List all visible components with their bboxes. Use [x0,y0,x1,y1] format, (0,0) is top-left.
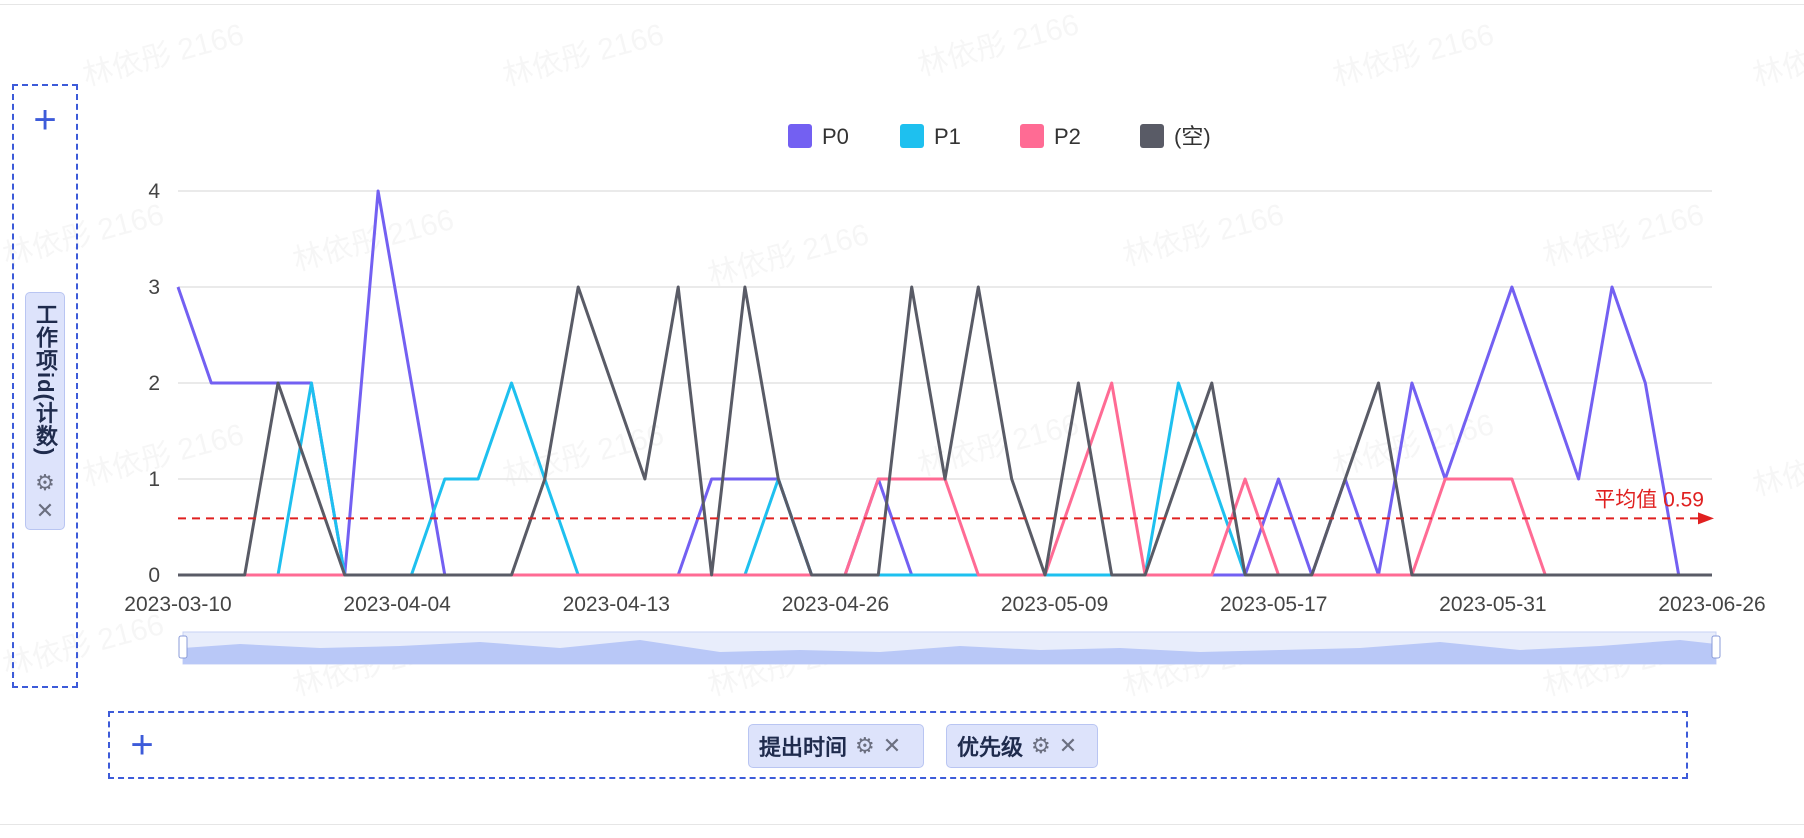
x-tick-label: 2023-04-04 [343,593,451,616]
legend-label: (空) [1174,124,1211,149]
zoom-handle-right [1711,635,1721,659]
legend: P0 P1 P2 (空) [788,124,1211,149]
y-field-pill[interactable]: 工作项id(计数) ⚙ ✕ [25,292,65,530]
x-tick-label: 2023-06-26 [1658,593,1765,616]
legend-swatch [900,124,924,148]
y-field-label: 工作项id(计数) [33,303,58,457]
legend-label: P2 [1054,124,1081,149]
x-field-label-priority: 优先级 [957,735,1024,760]
x-tick-label: 2023-05-31 [1439,593,1546,616]
x-tick-label: 2023-05-17 [1220,593,1327,616]
average-markline: 平均值 0.59 [178,488,1714,525]
x-axis-drop-zone[interactable]: + 提出时间 ⚙ ✕ 优先级 ⚙ ✕ [108,711,1688,779]
average-label: 平均值 0.59 [1594,488,1704,511]
x-tick-label: 2023-03-10 [124,593,231,616]
x-field-pill-time[interactable]: 提出时间 ⚙ ✕ [748,724,924,768]
series-line-(空) [178,285,1712,577]
legend-label: P1 [934,124,961,149]
grid-lines [178,190,1712,480]
legend-swatch [1020,124,1044,148]
gear-icon[interactable]: ⚙ [855,734,875,758]
x-tick-label: 2023-04-26 [782,593,889,616]
y-tick-label: 3 [148,276,160,299]
y-tick-label: 2 [148,372,160,395]
add-x-field-plus-icon[interactable]: + [126,725,158,765]
zoom-handle-left [178,635,188,659]
average-arrow-icon [1698,512,1714,525]
y-tick-label: 4 [148,180,160,203]
gear-icon[interactable]: ⚙ [1031,734,1051,758]
x-tick-label: 2023-05-09 [1001,593,1108,616]
legend-swatch [1140,124,1164,148]
close-icon[interactable]: ✕ [883,734,901,758]
gear-icon[interactable]: ⚙ [35,471,55,495]
close-icon[interactable]: ✕ [1059,734,1077,758]
x-field-pill-priority[interactable]: 优先级 ⚙ ✕ [946,724,1098,768]
line-chart: 01234 2023-03-10 2023-04-04 2023-04-13 2023… [124,124,1766,665]
add-y-field-plus-icon[interactable]: + [29,100,61,140]
x-field-label-time: 提出时间 [759,735,848,760]
legend-swatch [788,124,812,148]
y-tick-label: 1 [148,468,160,491]
x-axis-ticks: 2023-03-10 2023-04-04 2023-04-13 2023-04-26… [124,593,1765,616]
y-axis-ticks: 0 1 2 3 4 [148,180,160,587]
legend-label: P0 [822,124,849,149]
x-tick-label: 2023-04-13 [563,593,670,616]
bottom-divider [0,824,1804,825]
y-tick-label: 0 [148,564,160,587]
y-axis-drop-zone[interactable]: + 工作项id(计数) ⚙ ✕ [12,84,78,688]
close-icon[interactable]: ✕ [36,499,54,523]
data-zoom-slider [178,631,1721,665]
